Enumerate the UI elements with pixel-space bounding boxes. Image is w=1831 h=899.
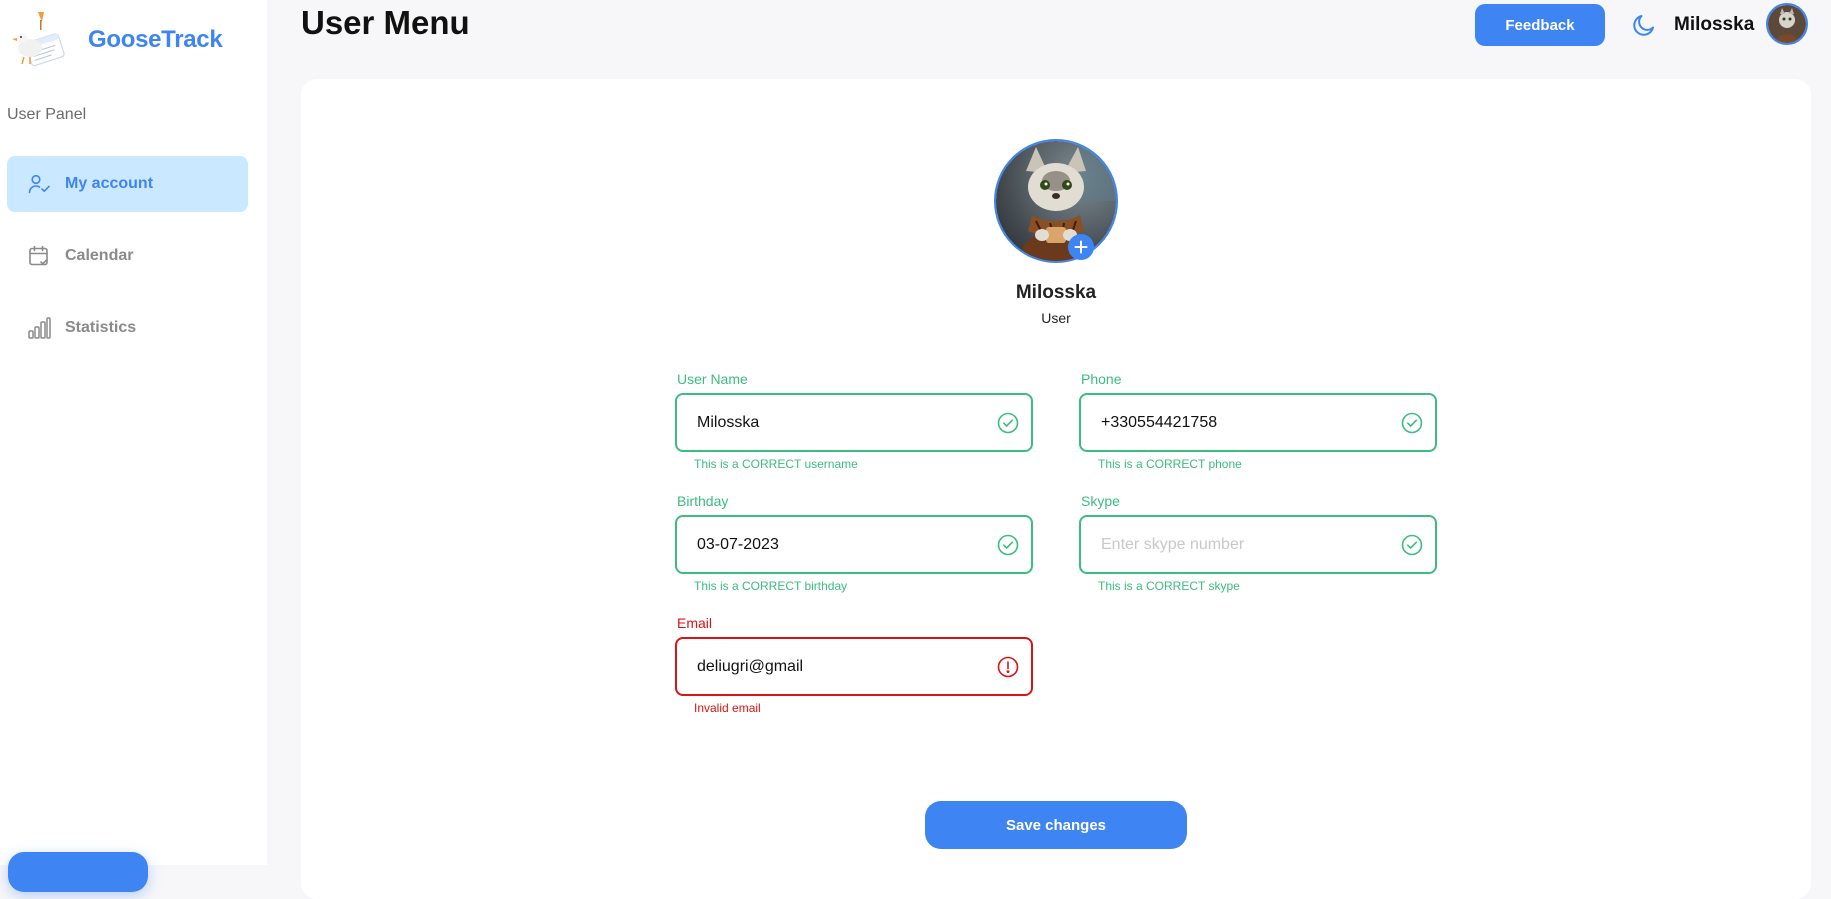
avatar-section <box>994 139 1118 263</box>
sidebar-nav: My account Calendar Statistics <box>7 156 248 372</box>
user-profile-card: Milosska User User Name This is a CORREC… <box>301 79 1811 899</box>
username-hint: This is a CORRECT username <box>694 457 858 471</box>
sidebar: GooseTrack User Panel My account Calenda… <box>0 0 267 892</box>
moon-icon[interactable] <box>1630 11 1658 39</box>
birthday-hint: This is a CORRECT birthday <box>694 579 848 593</box>
phone-input[interactable] <box>1099 412 1401 433</box>
skype-field-group: Skype This is a CORRECT skype <box>1079 493 1437 593</box>
skype-hint: This is a CORRECT skype <box>1098 579 1240 593</box>
phone-field-group: Phone This is a CORRECT phone <box>1079 371 1437 471</box>
check-circle-icon <box>1401 412 1423 434</box>
logout-button[interactable] <box>8 852 148 892</box>
check-circle-icon <box>997 534 1019 556</box>
phone-hint: This is a CORRECT phone <box>1098 457 1242 471</box>
error-circle-icon <box>997 656 1019 678</box>
save-changes-button[interactable]: Save changes <box>925 801 1187 849</box>
app-logo[interactable]: GooseTrack <box>8 8 223 72</box>
username-label: User Name <box>677 371 748 387</box>
profile-name: Milosska <box>1015 282 1097 303</box>
feedback-button[interactable]: Feedback <box>1475 4 1605 46</box>
profile-role: User <box>1041 310 1071 326</box>
panel-title: User Panel <box>7 106 87 123</box>
email-field-group: Email Invalid email <box>675 615 1033 715</box>
skype-field-box[interactable] <box>1079 515 1437 574</box>
skype-input[interactable] <box>1099 534 1401 555</box>
sidebar-item-statistics[interactable]: Statistics <box>7 300 248 356</box>
header-user-name: Milosska <box>1674 14 1755 35</box>
email-field-box[interactable] <box>675 637 1033 696</box>
username-field-box[interactable] <box>675 393 1033 452</box>
sidebar-item-my-account[interactable]: My account <box>7 156 248 212</box>
sidebar-item-label: Calendar <box>65 247 134 264</box>
email-hint: Invalid email <box>694 701 761 715</box>
bar-chart-icon <box>27 316 51 340</box>
username-field-group: User Name This is a CORRECT username <box>675 371 1033 471</box>
app-name: GooseTrack <box>88 26 223 53</box>
birthday-label: Birthday <box>677 493 729 509</box>
birthday-field-group: Birthday This is a CORRECT birthday <box>675 493 1033 593</box>
upload-avatar-plus-icon[interactable] <box>1068 234 1094 260</box>
page-title: User Menu <box>301 4 470 41</box>
email-label: Email <box>677 615 713 631</box>
sidebar-item-label: Statistics <box>65 319 137 336</box>
sidebar-item-label: My account <box>65 175 154 192</box>
birthday-input[interactable] <box>695 534 997 555</box>
avatar <box>994 139 1118 263</box>
check-circle-icon <box>1401 534 1423 556</box>
phone-label: Phone <box>1081 371 1122 387</box>
phone-field-box[interactable] <box>1079 393 1437 452</box>
user-check-icon <box>27 172 51 196</box>
header-avatar[interactable] <box>1766 3 1808 45</box>
sidebar-item-calendar[interactable]: Calendar <box>7 228 248 284</box>
birthday-field-box[interactable] <box>675 515 1033 574</box>
email-input[interactable] <box>695 656 997 677</box>
check-circle-icon <box>997 412 1019 434</box>
username-input[interactable] <box>695 412 997 433</box>
goose-logo-icon <box>8 8 74 72</box>
calendar-check-icon <box>27 244 51 268</box>
skype-label: Skype <box>1081 493 1120 509</box>
